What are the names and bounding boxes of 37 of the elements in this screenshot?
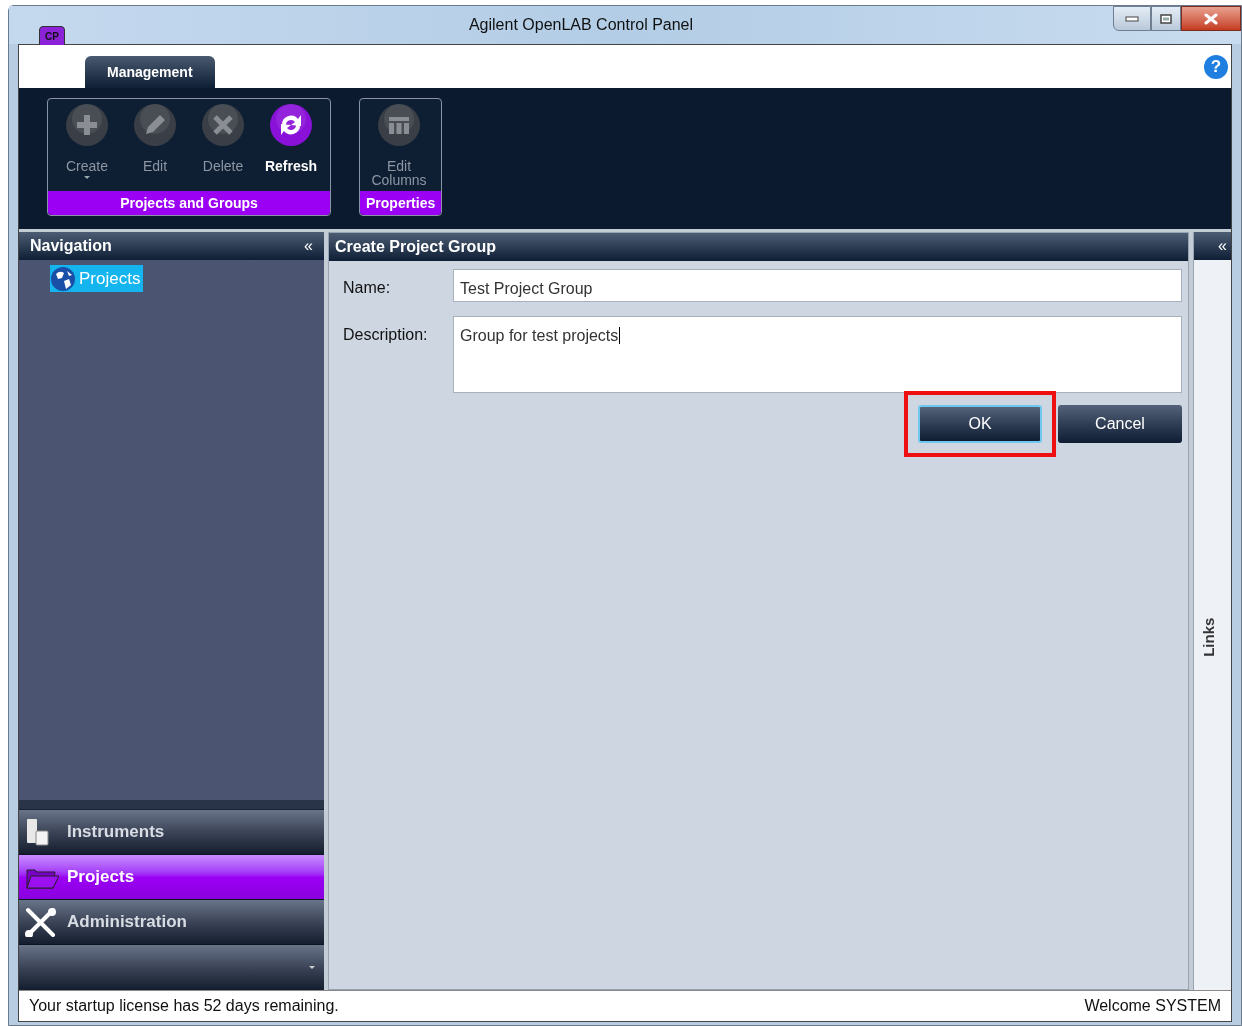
panel-title: Links <box>1199 617 1219 657</box>
ribbon-button[interactable]: Refresh <box>258 103 324 191</box>
welcome-text: Welcome SYSTEM <box>1084 996 1221 1016</box>
dropdown-caret-icon <box>308 965 316 970</box>
splitter-handle[interactable] <box>19 800 324 810</box>
field-label: Name: <box>343 278 392 298</box>
ribbon-tab[interactable]: Management <box>85 56 215 88</box>
collapse-button[interactable]: « <box>1218 238 1227 254</box>
maximize-button[interactable] <box>1151 6 1181 31</box>
minimize-button[interactable] <box>1113 6 1151 31</box>
panel-title: Create Project Group <box>335 237 496 257</box>
pencil-icon <box>133 103 177 147</box>
description-field[interactable]: Group for test projects <box>453 316 1182 393</box>
ribbon-group-label: Projects and Groups <box>48 191 330 215</box>
ribbon-group-label: Properties <box>360 191 442 215</box>
minimize-icon <box>1125 15 1139 22</box>
nav-section-button[interactable]: Projects <box>19 855 324 900</box>
nav-section-button[interactable]: Administration <box>19 900 324 945</box>
panel-title: Navigation <box>30 236 112 256</box>
field-label: Description: <box>343 325 429 345</box>
ok-button[interactable]: OK <box>918 405 1042 443</box>
plus-icon <box>65 103 109 147</box>
window-title: Agilent OpenLAB Control Panel <box>468 15 694 35</box>
collapse-button[interactable]: « <box>304 238 313 254</box>
columns-icon <box>377 103 421 147</box>
cross-icon <box>201 103 245 147</box>
close-icon <box>1203 12 1219 25</box>
name-field[interactable]: Test Project Group <box>453 269 1182 302</box>
cancel-button[interactable]: Cancel <box>1058 405 1182 443</box>
close-button[interactable] <box>1181 6 1241 31</box>
globe-icon <box>50 265 76 292</box>
nav-section-button[interactable]: Instruments <box>19 810 324 855</box>
tools-icon <box>25 907 59 937</box>
status-message: Your startup license has 52 days remaining. <box>29 996 339 1016</box>
help-button[interactable]: ? <box>1204 55 1228 79</box>
refresh-icon <box>269 103 313 147</box>
maximize-icon <box>1160 13 1172 24</box>
